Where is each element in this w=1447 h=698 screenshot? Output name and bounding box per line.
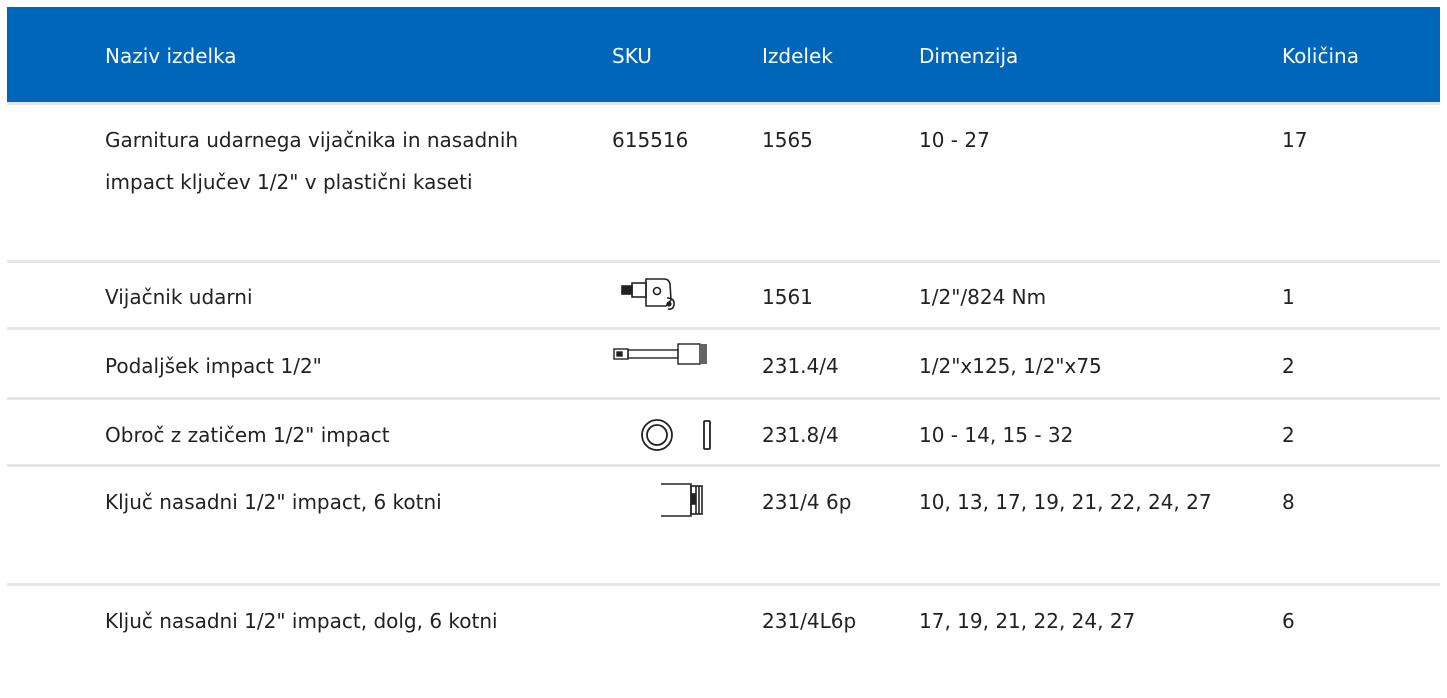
header-quantity: Količina xyxy=(1282,44,1359,68)
table-row: Podaljšek impact 1/2" 231.4/4 1/2"x125, … xyxy=(7,327,1440,400)
row-dimension: 10 - 27 xyxy=(919,128,990,152)
ring-and-pin-icon xyxy=(640,417,720,453)
row-name: Ključ nasadni 1/2" impact, 6 kotni xyxy=(105,490,442,514)
row-dimension: 10, 13, 17, 19, 21, 22, 24, 27 xyxy=(919,490,1212,514)
socket-icon xyxy=(659,480,709,520)
table-row: Ključ nasadni 1/2" impact, 6 kotni 231/4… xyxy=(7,464,1440,586)
row-quantity: 2 xyxy=(1282,354,1295,378)
table-row: Obroč z zatičem 1/2" impact 231.8/4 10 -… xyxy=(7,397,1440,467)
row-item: 231.4/4 xyxy=(762,354,839,378)
header-dimension: Dimenzija xyxy=(919,44,1019,68)
table-row: Garnitura udarnega vijačnika in nasadnih… xyxy=(7,102,1440,263)
extension-bar-icon xyxy=(612,340,712,370)
table-header: Naziv izdelka SKU Izdelek Dimenzija Koli… xyxy=(7,7,1440,102)
row-quantity: 8 xyxy=(1282,490,1295,514)
row-dimension: 1/2"x125, 1/2"x75 xyxy=(919,354,1102,378)
row-name: Podaljšek impact 1/2" xyxy=(105,354,322,378)
row-item: 1565 xyxy=(762,128,813,152)
row-sku: 615516 xyxy=(612,128,689,152)
row-name: Garnitura udarnega vijačnika in nasadnih… xyxy=(105,128,519,194)
row-quantity: 6 xyxy=(1282,609,1295,633)
row-name: Ključ nasadni 1/2" impact, dolg, 6 kotni xyxy=(105,609,498,633)
row-item: 231.8/4 xyxy=(762,423,839,447)
header-item: Izdelek xyxy=(762,44,833,68)
row-quantity: 17 xyxy=(1282,128,1308,152)
header-name: Naziv izdelka xyxy=(105,44,237,68)
row-item: 1561 xyxy=(762,285,813,309)
row-quantity: 2 xyxy=(1282,423,1295,447)
row-dimension: 1/2"/824 Nm xyxy=(919,285,1047,309)
impact-wrench-icon xyxy=(619,274,709,316)
table-row: Vijačnik udarni 1561 1/2"/824 Nm 1 xyxy=(7,260,1440,330)
row-quantity: 1 xyxy=(1282,285,1295,309)
row-dimension: 17, 19, 21, 22, 24, 27 xyxy=(919,609,1136,633)
header-sku: SKU xyxy=(612,44,652,68)
row-item: 231/4L6p xyxy=(762,609,857,633)
table-row: Ključ nasadni 1/2" impact, dolg, 6 kotni… xyxy=(7,583,1440,698)
row-name: Obroč z zatičem 1/2" impact xyxy=(105,423,390,447)
row-name: Vijačnik udarni xyxy=(105,285,253,309)
row-item: 231/4 6p xyxy=(762,490,852,514)
row-dimension: 10 - 14, 15 - 32 xyxy=(919,423,1074,447)
